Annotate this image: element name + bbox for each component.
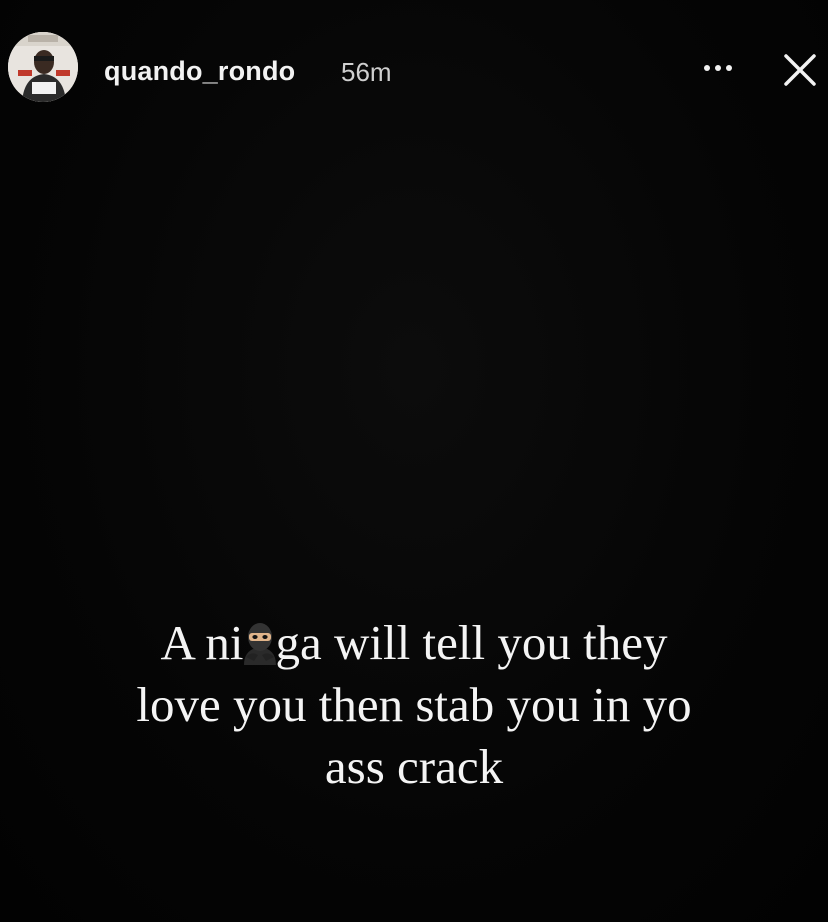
more-options-button[interactable] bbox=[690, 48, 746, 88]
caption-line-1: A ni ga will tell you they bbox=[0, 612, 828, 674]
close-button[interactable] bbox=[772, 42, 828, 98]
story-viewer[interactable]: quando_rondo 56m A ni ga will tell you t… bbox=[0, 0, 828, 922]
story-caption: A ni ga will tell you they love you then… bbox=[0, 612, 828, 798]
more-dot bbox=[726, 65, 732, 71]
close-icon bbox=[784, 54, 816, 86]
username[interactable]: quando_rondo bbox=[104, 56, 295, 87]
caption-text: ga will tell you they bbox=[275, 615, 668, 670]
ninja-emoji-icon bbox=[240, 621, 280, 665]
caption-line-3: ass crack bbox=[324, 739, 504, 794]
caption-line-2: love you then stab you in yo bbox=[136, 677, 692, 732]
story-header: quando_rondo 56m bbox=[0, 0, 828, 140]
avatar[interactable] bbox=[8, 32, 78, 102]
more-dot bbox=[715, 65, 721, 71]
caption-text: A ni bbox=[160, 615, 244, 670]
story-timestamp: 56m bbox=[341, 57, 392, 87]
more-dot bbox=[704, 65, 710, 71]
